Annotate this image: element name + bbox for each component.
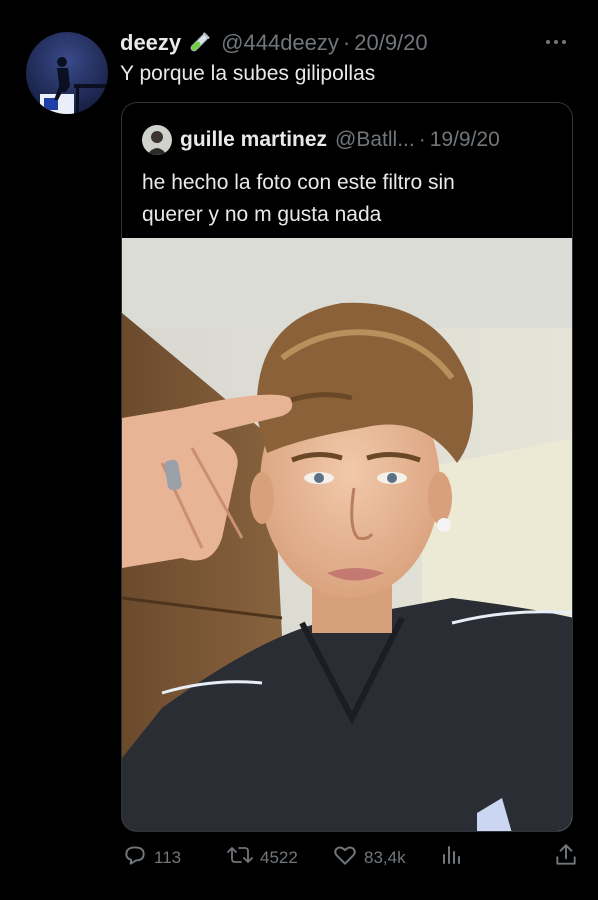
views-button[interactable]: [440, 842, 470, 873]
reply-button[interactable]: 113: [122, 842, 181, 873]
share-button[interactable]: [553, 842, 585, 873]
quote-header: guille martinez @Batll... · 19/9/20: [142, 125, 500, 155]
action-bar: 113 4522 83,4k: [0, 842, 598, 878]
like-button[interactable]: 83,4k: [332, 842, 406, 873]
retweet-icon: [226, 842, 260, 873]
share-icon: [553, 842, 585, 873]
reply-icon: [122, 842, 154, 873]
more-icon[interactable]: [545, 30, 567, 53]
reply-count: 113: [154, 847, 182, 867]
quote-text-line: querer y no m gusta nada: [142, 203, 382, 226]
quote-avatar[interactable]: [142, 125, 172, 155]
avatar[interactable]: [26, 32, 108, 114]
quote-text-line: he hecho la foto con este filtro sin: [142, 171, 455, 194]
quote-text: he hecho la foto con este filtro sin que…: [142, 167, 562, 231]
tweet[interactable]: deezy @444deezy · 20/9/20 Y porque la su…: [0, 0, 598, 900]
quote-photo[interactable]: [122, 238, 572, 831]
quote-date: 19/9/20: [429, 128, 500, 151]
retweet-count: 4522: [260, 847, 298, 867]
quote-separator: ·: [418, 128, 426, 151]
author-handle[interactable]: @444deezy: [221, 30, 339, 56]
tweet-header: deezy @444deezy · 20/9/20: [120, 30, 428, 56]
tweet-text: Y porque la subes gilipollas: [120, 62, 376, 85]
separator: ·: [342, 30, 351, 55]
like-count: 83,4k: [364, 847, 406, 867]
author-name[interactable]: deezy: [120, 30, 181, 56]
quote-author-handle: @Batll...: [335, 128, 415, 151]
heart-icon: [332, 842, 364, 873]
retweet-button[interactable]: 4522: [226, 842, 298, 873]
quote-author-name: guille martinez: [180, 128, 328, 151]
test-tube-icon: [187, 31, 211, 55]
views-icon: [440, 842, 470, 873]
quoted-tweet[interactable]: guille martinez @Batll... · 19/9/20 he h…: [121, 102, 573, 832]
tweet-date[interactable]: 20/9/20: [354, 30, 427, 56]
